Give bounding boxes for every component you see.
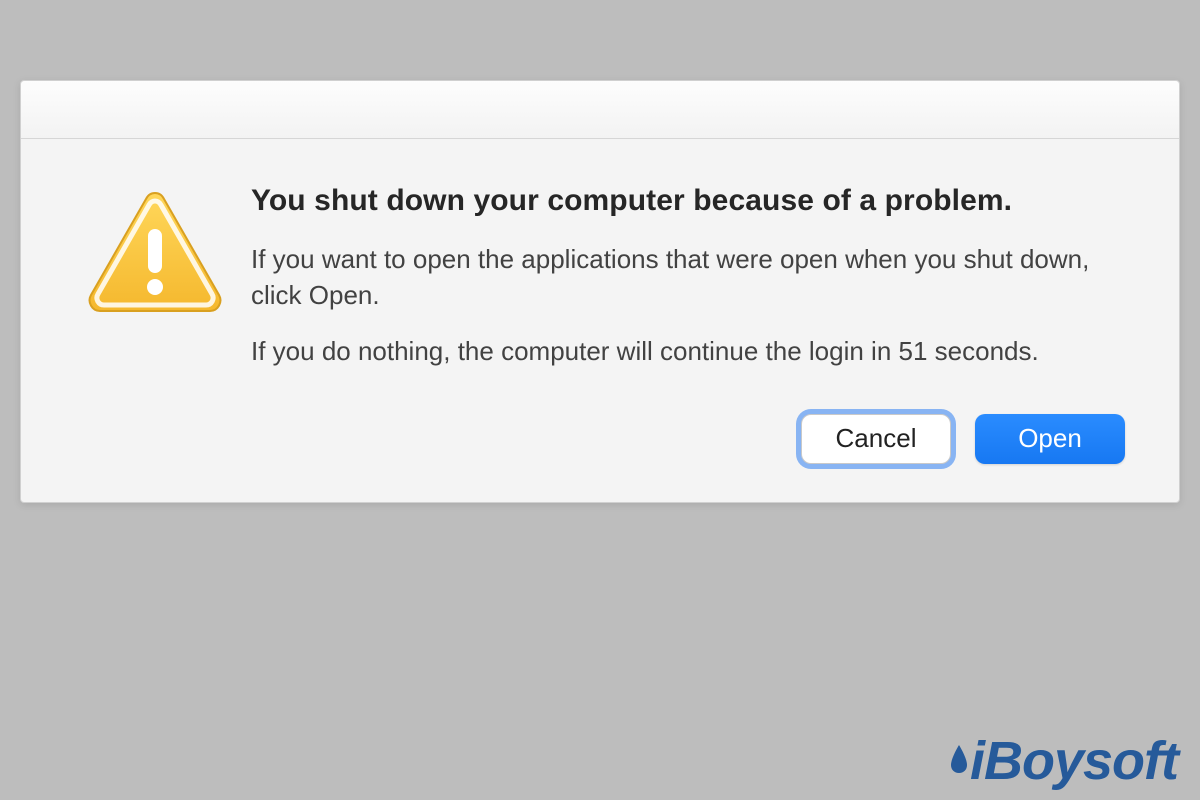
cancel-button[interactable]: Cancel [801,414,951,464]
dialog-text-column: You shut down your computer because of a… [235,181,1125,390]
dialog-paragraph-2: If you do nothing, the computer will con… [251,334,1125,370]
shutdown-problem-dialog: You shut down your computer because of a… [20,80,1180,503]
dialog-button-row: Cancel Open [21,410,1179,502]
open-button[interactable]: Open [975,414,1125,464]
dialog-body: You shut down your computer because of a… [21,139,1179,410]
dialog-heading: You shut down your computer because of a… [251,181,1125,220]
watermark-text: iBoysoft [970,734,1178,788]
dialog-titlebar [21,81,1179,139]
watermark-logo: iBoysoft [950,734,1178,788]
droplet-icon [950,744,968,774]
dialog-icon-column [75,181,235,317]
warning-triangle-icon [85,187,225,317]
dialog-paragraph-1: If you want to open the applications tha… [251,242,1125,314]
